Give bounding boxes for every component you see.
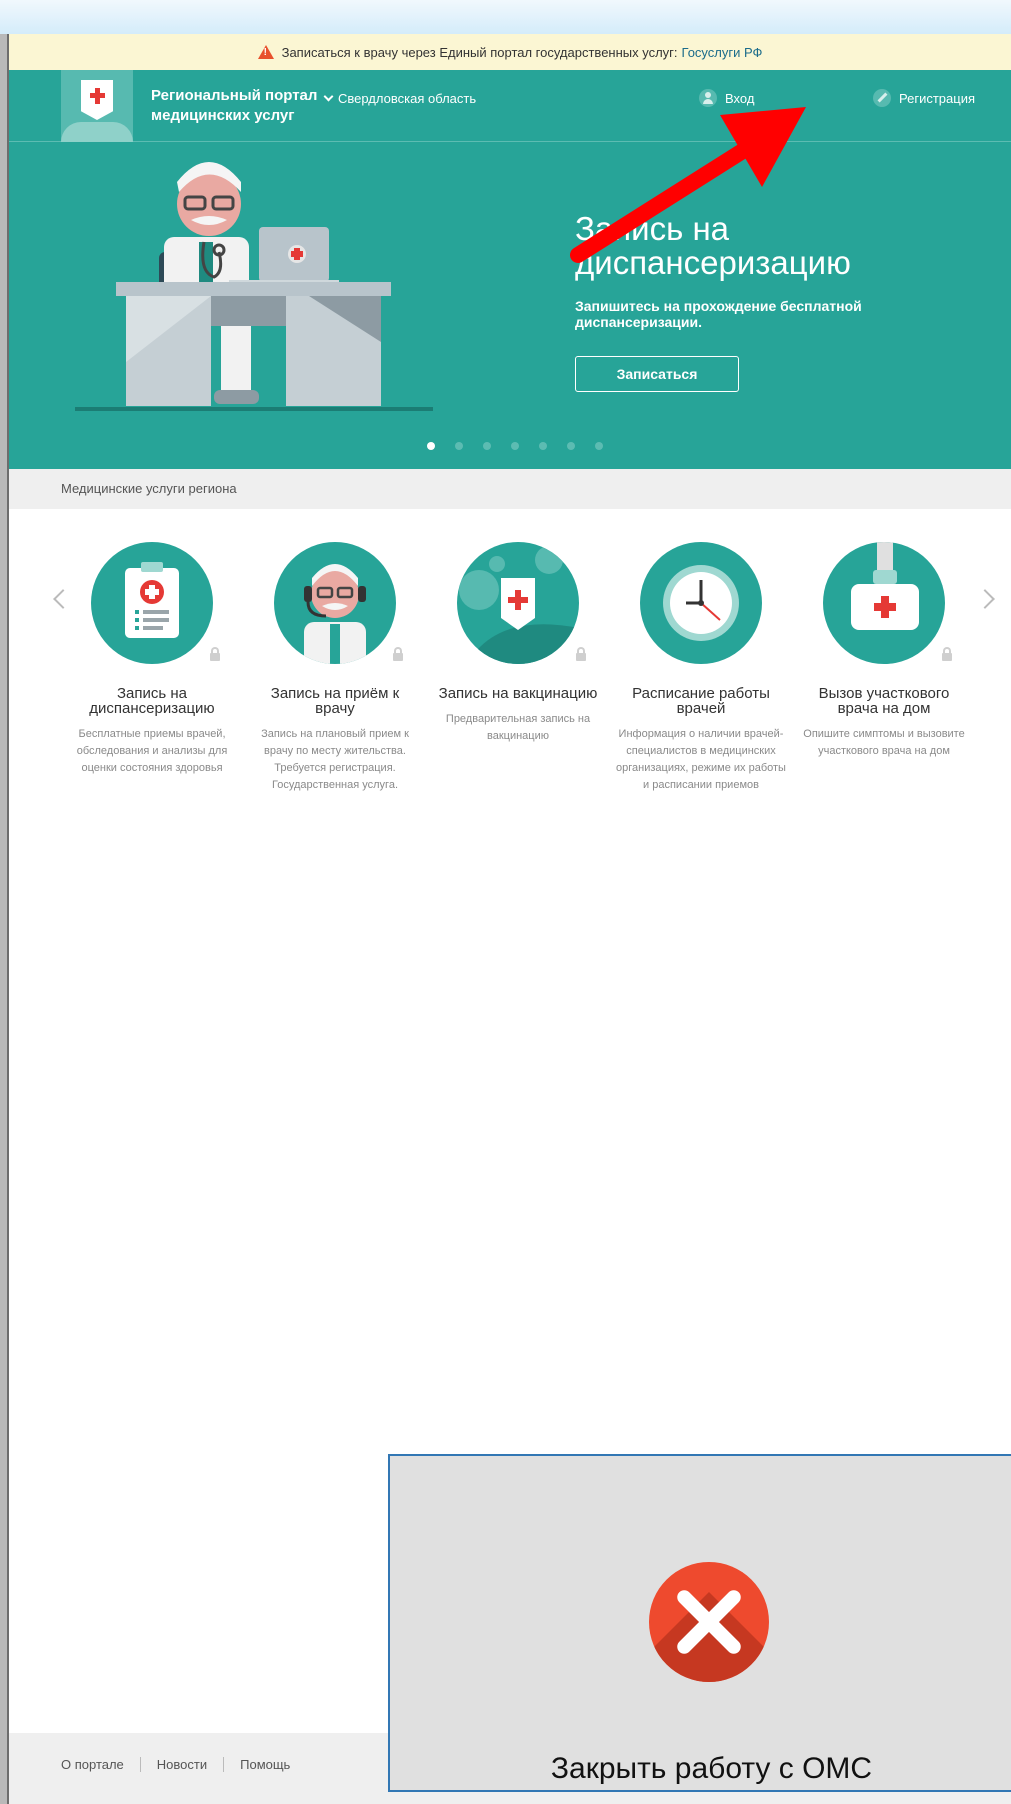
virus-shield-icon	[457, 542, 579, 664]
notice-text: Записаться к врачу через Единый портал г…	[281, 44, 678, 60]
footer-link-help[interactable]: Помощь	[223, 1757, 306, 1772]
service-card-home-visit[interactable]: Вызов участкового врача на дом Опишите с…	[799, 542, 969, 760]
service-description: Информация о наличии врачей-специалистов…	[616, 728, 786, 791]
service-title: Запись на вакцинацию	[438, 685, 598, 702]
service-card-vaccination[interactable]: Запись на вакцинацию Предварительная зап…	[433, 542, 603, 745]
hero-banner: Запись на диспансеризацию Запишитесь на …	[9, 142, 1011, 469]
footer-link-news[interactable]: Новости	[139, 1757, 223, 1772]
lock-icon	[942, 647, 952, 661]
service-card-doctor-appointment[interactable]: Запись на приём к врачу Запись на планов…	[250, 542, 420, 794]
service-description: Опишите симптомы и вызовите участкового …	[803, 728, 965, 757]
service-description: Запись на плановый прием к врачу по мест…	[261, 728, 409, 791]
medical-bag-icon	[823, 542, 945, 664]
slider-dot[interactable]	[483, 442, 491, 450]
service-description: Бесплатные приемы врачей, обследования и…	[76, 728, 228, 774]
service-title: Запись на диспансеризацию	[89, 685, 215, 717]
region-label: Свердловская область	[338, 90, 477, 106]
slider-dots	[427, 442, 603, 450]
services-section-title: Медицинские услуги региона	[61, 481, 237, 496]
service-card-dispensary[interactable]: Запись на диспансеризацию Бесплатные при…	[67, 542, 237, 777]
footer-link-about[interactable]: О портале	[61, 1757, 140, 1772]
slider-dot[interactable]	[455, 442, 463, 450]
red-pointer-arrow-icon	[570, 107, 806, 263]
register-label: Регистрация	[899, 90, 975, 106]
service-description: Предварительная запись на вакцинацию	[445, 713, 591, 742]
close-oms-label: Закрыть работу с ОМС	[550, 1752, 873, 1785]
service-title: Вызов участкового врача на дом	[818, 685, 950, 717]
slider-dot[interactable]	[539, 442, 547, 450]
doctor-at-desk-illustration	[75, 162, 433, 411]
services-carousel: Запись на диспансеризацию Бесплатные при…	[9, 542, 1011, 842]
medical-shield-icon	[81, 80, 113, 120]
clipboard-icon	[91, 542, 213, 664]
gosuslugi-link[interactable]: Госуслуги РФ	[682, 45, 763, 60]
service-title: Запись на приём к врачу	[270, 685, 400, 717]
warning-icon	[257, 45, 274, 59]
notice-bar: Записаться к врачу через Единый портал г…	[9, 34, 1011, 70]
close-icon[interactable]	[649, 1562, 769, 1682]
pencil-icon	[873, 89, 891, 107]
slider-dot[interactable]	[595, 442, 603, 450]
lock-icon	[576, 647, 586, 661]
slider-dot[interactable]	[427, 442, 435, 450]
portal-logo[interactable]	[61, 70, 133, 142]
site-header: Региональный портал медицинских услуг Св…	[9, 70, 1011, 142]
slide-subtitle: Запишитесь на прохождение бесплатной дис…	[575, 298, 862, 330]
slider-dot[interactable]	[511, 442, 519, 450]
browser-top-strip	[0, 0, 1011, 34]
service-card-schedule[interactable]: Расписание работы врачей Информация о на…	[616, 542, 786, 794]
lock-icon	[393, 647, 403, 661]
portal-brand[interactable]: Региональный портал медицинских услуг	[151, 86, 321, 126]
footer-links: О портале Новости Помощь	[61, 1757, 306, 1772]
chevron-down-icon	[323, 91, 334, 101]
close-oms-overlay[interactable]: Закрыть работу с ОМС	[388, 1454, 1011, 1792]
slider-dot[interactable]	[567, 442, 575, 450]
doctor-headset-icon	[274, 542, 396, 664]
region-selector[interactable]: Свердловская область	[323, 88, 477, 108]
left-window-edge	[0, 34, 9, 1804]
lock-icon	[210, 647, 220, 661]
register-link[interactable]: Регистрация	[873, 88, 975, 108]
service-title: Расписание работы врачей	[632, 685, 770, 717]
signup-button[interactable]: Записаться	[575, 356, 739, 392]
clock-icon	[640, 542, 762, 664]
services-section-bar: Медицинские услуги региона	[9, 469, 1011, 509]
